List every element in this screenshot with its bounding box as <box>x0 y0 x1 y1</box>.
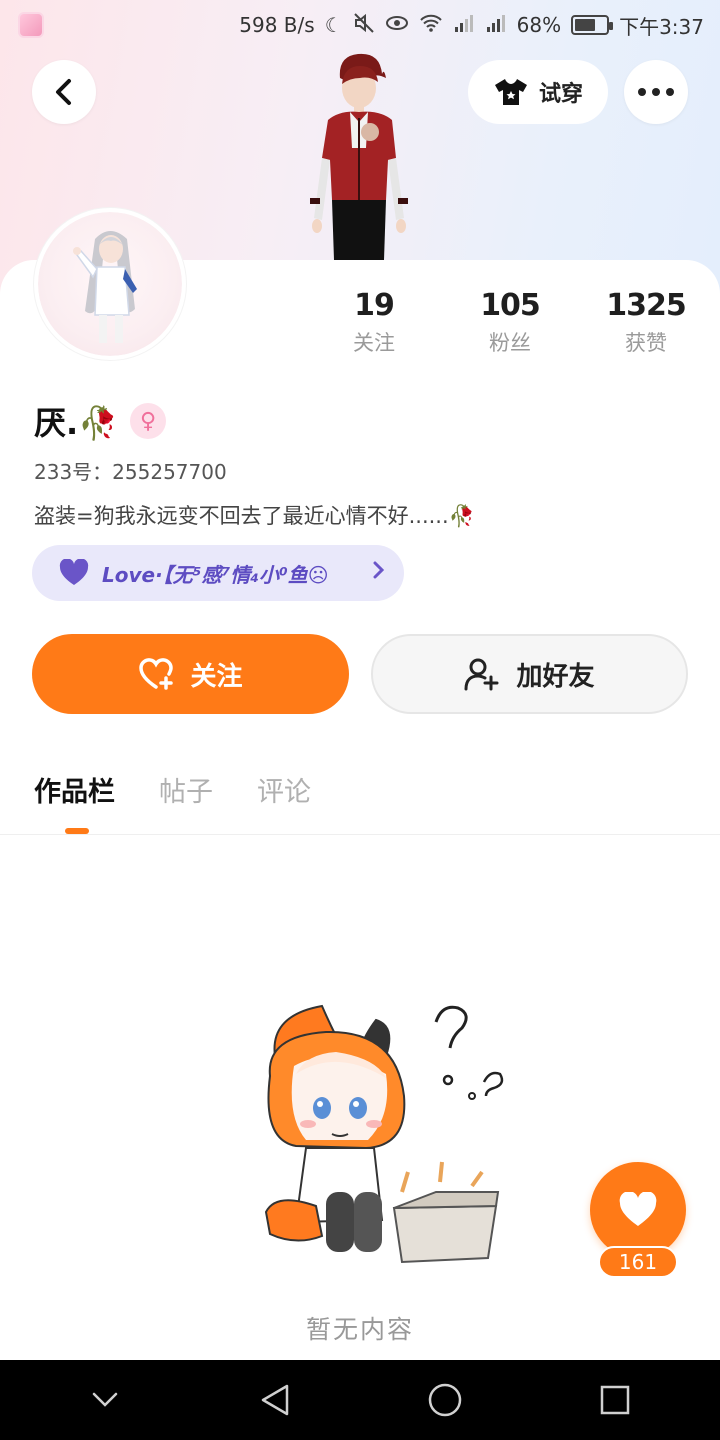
following-count: 19 <box>354 288 395 323</box>
fans-label: 粉丝 <box>489 331 531 355</box>
user-id: 233号：255257700 <box>34 460 227 484</box>
female-gender-icon: ♀ <box>130 403 167 439</box>
content-tabs: 作品栏 帖子 评论 <box>34 770 311 809</box>
signal-icon <box>453 13 475 38</box>
try-on-button[interactable]: 试穿 <box>468 60 608 124</box>
stat-following[interactable]: 19 关注 <box>314 288 434 357</box>
status-bar: 598 B/s ☾ 68% 下午3:37 <box>0 0 720 50</box>
avatar[interactable] <box>34 208 186 360</box>
tab-works[interactable]: 作品栏 <box>34 770 115 809</box>
battery-fill <box>575 19 596 31</box>
add-friend-button[interactable]: 加好友 <box>371 634 688 714</box>
wifi-icon <box>419 13 443 38</box>
following-label: 关注 <box>353 331 395 355</box>
like-button[interactable] <box>590 1162 686 1258</box>
like-count: 161 <box>598 1246 678 1278</box>
square-recents-icon <box>600 1385 630 1415</box>
likes-label: 获赞 <box>625 331 667 355</box>
nav-recents-button[interactable] <box>585 1370 645 1430</box>
more-dots-icon <box>638 88 674 96</box>
moon-icon: ☾ <box>324 13 343 37</box>
username-row: 厌.🥀 ♀ <box>34 398 167 444</box>
heart-icon <box>619 1192 657 1226</box>
chevron-down-icon <box>92 1392 118 1407</box>
more-options-button[interactable] <box>624 60 688 124</box>
system-nav-bar <box>0 1360 720 1440</box>
signal-icon <box>485 13 507 38</box>
app-notification-icon <box>18 12 44 38</box>
tab-posts[interactable]: 帖子 <box>159 770 213 809</box>
fans-count: 105 <box>480 288 541 323</box>
chevron-right-icon <box>372 560 386 586</box>
triangle-back-icon <box>261 1384 289 1416</box>
avatar-image <box>38 212 182 356</box>
nav-back-button[interactable] <box>245 1370 305 1430</box>
stat-fans[interactable]: 105 粉丝 <box>450 288 570 357</box>
mute-icon <box>353 12 375 39</box>
clock: 下午3:37 <box>619 14 704 39</box>
relationship-badge[interactable]: Love·【无⁵感⁷情₄小⁰鱼☹ <box>32 545 404 601</box>
back-button[interactable] <box>32 60 96 124</box>
heart-icon <box>59 559 89 585</box>
avatar-character-figure <box>310 53 408 260</box>
tabs-divider <box>0 834 720 835</box>
likes-count: 1325 <box>606 288 687 323</box>
tab-comments[interactable]: 评论 <box>257 770 311 809</box>
follow-label: 关注 <box>190 661 243 692</box>
empty-state-illustration <box>264 1004 504 1264</box>
relationship-label: Love·【无⁵感⁷情₄小⁰鱼☹ <box>102 562 329 587</box>
follow-button[interactable]: 关注 <box>32 634 349 714</box>
try-on-label: 试穿 <box>538 82 583 107</box>
username: 厌.🥀 <box>34 404 119 442</box>
battery-icon <box>571 15 614 35</box>
chevron-left-icon <box>56 79 71 105</box>
nav-home-button[interactable] <box>415 1370 475 1430</box>
bio: 盗装=狗我永远变不回去了最近心情不好......🥀 <box>34 504 475 528</box>
add-friend-label: 加好友 <box>516 661 595 692</box>
eye-icon <box>385 13 409 37</box>
circle-home-icon <box>428 1383 462 1417</box>
network-speed: 598 B/s <box>239 13 315 37</box>
stat-likes[interactable]: 1325 获赞 <box>586 288 706 357</box>
empty-state-text: 暂无内容 <box>305 1315 414 1344</box>
add-user-icon <box>464 658 499 691</box>
heart-plus-icon <box>139 658 174 690</box>
battery-percent: 68% <box>516 13 562 37</box>
tshirt-icon <box>494 79 527 105</box>
nav-collapse-button[interactable] <box>75 1370 135 1430</box>
